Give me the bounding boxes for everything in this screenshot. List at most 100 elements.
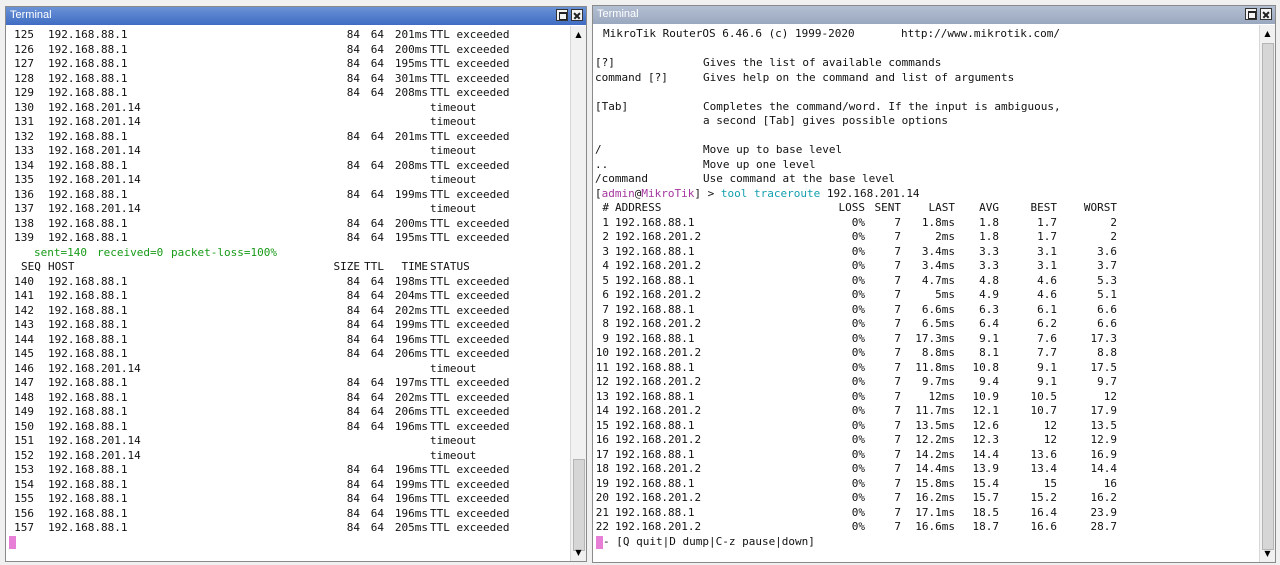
right-terminal-output[interactable]: MikroTik RouterOS 6.46.6 (c) 1999-2020 h…: [593, 25, 1259, 562]
host-cell: 192.168.88.1: [48, 86, 128, 99]
banner-text: MikroTik RouterOS 6.46.6 (c) 1999-2020 h…: [603, 27, 1060, 40]
hop-cell: 0%: [851, 505, 865, 519]
size-cell: 84: [346, 129, 360, 143]
size-cell: 84: [346, 347, 360, 360]
status-cell: TTL exceeded: [430, 390, 510, 404]
time-cell: 197ms: [394, 376, 428, 389]
right-close-button[interactable]: [1260, 8, 1272, 20]
host-cell: 192.168.88.1: [48, 57, 128, 70]
right-scrollbar[interactable]: ▲ ▼: [1259, 25, 1275, 562]
ttl-cell: 64: [370, 332, 384, 346]
help-desc: Move up one level: [703, 157, 816, 171]
size-cell: 84: [346, 216, 360, 230]
hop-cell: 2: [1110, 230, 1117, 243]
seq-cell: 149: [14, 405, 34, 418]
hop-cell: 7: [894, 259, 901, 272]
hop-cell: 20: [595, 491, 609, 504]
command-prompt: [admin @ MikroTik] > tool traceroute 192.1…: [595, 187, 920, 202]
scroll-up-arrow-icon[interactable]: ▲: [572, 28, 585, 41]
help-desc: Gives the list of available commands: [703, 56, 942, 69]
left-scroll-thumb[interactable]: [573, 459, 585, 551]
left-close-button[interactable]: [571, 9, 583, 21]
hop-cell: 0%: [851, 317, 865, 330]
hop-cell: 2: [1110, 215, 1117, 229]
scroll-down-arrow-icon[interactable]: ▼: [572, 546, 585, 559]
status-cell: TTL exceeded: [430, 376, 510, 389]
time-cell: 208ms: [394, 158, 428, 172]
hop-cell: 19: [595, 476, 609, 490]
hop-cell: 13.4: [1030, 462, 1058, 475]
scroll-up-arrow-icon[interactable]: ▲: [1261, 27, 1274, 40]
left-terminal-output[interactable]: 125 192.168.88.1 84 64 201ms TTL exceeded 126 1…: [6, 26, 570, 561]
host-cell: 192.168.201.14: [48, 115, 141, 128]
right-scroll-thumb[interactable]: [1262, 43, 1274, 550]
hop-cell: 16.9: [1090, 447, 1118, 461]
hop-cell: 15: [595, 418, 609, 432]
hop-cell: 1.7: [1037, 215, 1057, 229]
right-maximize-button[interactable]: [1245, 8, 1257, 20]
seq-cell: 154: [14, 477, 34, 491]
hop-cell: 5: [602, 273, 609, 287]
hop-cell: 4.6: [1037, 288, 1057, 301]
hop-cell: 10.9: [972, 389, 1000, 403]
hop-cell: 0%: [851, 520, 865, 533]
hop-cell: 6.6: [1097, 302, 1117, 316]
seq-cell: 132: [14, 129, 34, 143]
hop-cell: 1.7: [1037, 230, 1057, 243]
ttl-cell: 64: [370, 506, 384, 520]
hop-cell: 9.1: [1037, 375, 1057, 388]
scroll-down-arrow-icon[interactable]: ▼: [1261, 547, 1274, 560]
hop-cell: 0%: [851, 302, 865, 316]
ttl-cell: 64: [370, 463, 384, 476]
host-cell: 192.168.88.1: [48, 71, 128, 85]
hop-cell: 0%: [851, 346, 865, 359]
hop-cell: 192.168.201.2: [615, 259, 702, 272]
host-cell: 192.168.201.14: [48, 173, 141, 186]
ttl-cell: 64: [370, 521, 384, 534]
hop-cell: 5.3: [1097, 273, 1117, 287]
hop-cell: 21: [595, 505, 609, 519]
size-cell: 84: [346, 57, 360, 70]
hop-cell: 192.168.201.2: [615, 491, 702, 504]
host-cell: 192.168.88.1: [48, 187, 128, 201]
hop-cell: 12: [1043, 433, 1057, 446]
hop-cell: 7: [894, 462, 901, 475]
seq-cell: 156: [14, 506, 34, 520]
hop-cell: 6.4: [979, 317, 999, 330]
status-cell: TTL exceeded: [430, 216, 510, 230]
hop-cell: 192.168.88.1: [615, 331, 695, 345]
seq-cell: 137: [14, 202, 34, 215]
hop-cell: 3: [602, 244, 609, 258]
hop-cell: 13.6: [1030, 447, 1058, 461]
host-cell: 192.168.88.1: [48, 347, 128, 360]
left-maximize-button[interactable]: [556, 9, 568, 21]
left-scrollbar[interactable]: ▲ ▼: [570, 26, 586, 561]
seq-cell: 144: [14, 332, 34, 346]
help-key: /command: [595, 172, 648, 185]
ttl-cell: 64: [370, 390, 384, 404]
hop-cell: 15.8ms: [915, 476, 955, 490]
right-titlebar[interactable]: Terminal: [593, 6, 1275, 24]
hop-cell: 6.2: [1037, 317, 1057, 330]
size-cell: 84: [346, 187, 360, 201]
hop-cell: 14.4: [972, 447, 1000, 461]
host-cell: 192.168.88.1: [48, 419, 128, 433]
time-cell: 205ms: [394, 521, 428, 534]
hop-cell: 7: [894, 404, 901, 417]
time-cell: 201ms: [394, 28, 428, 41]
help-key: [Tab]: [595, 99, 629, 113]
hop-cell: 7: [894, 288, 901, 301]
hop-cell: 9.1: [1037, 360, 1057, 374]
hop-cell: 4: [602, 259, 609, 272]
status-cell: TTL exceeded: [430, 506, 510, 520]
status-cell: TTL exceeded: [430, 158, 510, 172]
hop-cell: 7: [602, 302, 609, 316]
hop-cell: 15.4: [972, 476, 1000, 490]
ttl-cell: 64: [370, 492, 384, 505]
left-titlebar[interactable]: Terminal: [6, 7, 586, 25]
hop-cell: 12.1: [972, 404, 1000, 417]
size-cell: 84: [346, 86, 360, 99]
column-header: ADDRESS: [615, 201, 662, 214]
summary-sent: sent=140: [34, 245, 87, 259]
ttl-cell: 64: [370, 71, 384, 85]
